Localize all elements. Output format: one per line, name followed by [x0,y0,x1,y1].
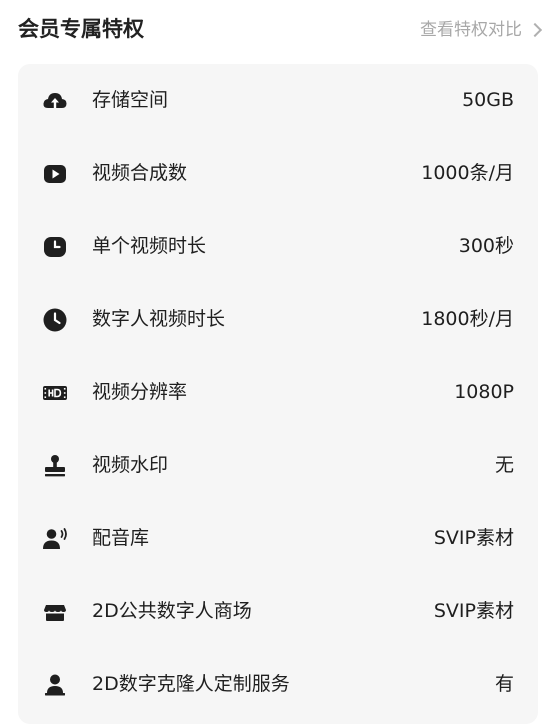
item-label: 数字人视频时长 [92,308,226,330]
play-icon [42,161,68,187]
page-title: 会员专属特权 [18,17,144,41]
item-value: SVIP素材 [433,600,514,622]
privileges-list: 存储空间 50GB 视频合成数 1000条/月 单个视频时长 300秒 数字人视… [18,64,538,724]
item-value: 无 [494,454,514,476]
item-label: 2D数字克隆人定制服务 [92,673,290,695]
item-label: 单个视频时长 [92,235,207,257]
item-value: 50GB [462,89,514,111]
clock-square-icon [42,234,68,260]
list-item-video-count: 视频合成数 1000条/月 [18,137,538,210]
list-item-clone-service: 2D数字克隆人定制服务 有 [18,648,538,721]
list-item-single-duration: 单个视频时长 300秒 [18,210,538,283]
voice-person-icon [42,526,68,552]
list-item-resolution: 视频分辨率 1080P [18,356,538,429]
chevron-right-icon [527,22,543,38]
person-icon [42,672,68,698]
item-value: 1800秒/月 [421,308,514,330]
list-item-storage: 存储空间 50GB [18,64,538,137]
item-label: 视频分辨率 [92,381,188,403]
item-label: 2D公共数字人商场 [92,600,252,622]
compare-privileges-link[interactable]: 查看特权对比 [420,17,543,43]
cloud-upload-icon [42,88,68,114]
item-value: 有 [494,673,514,695]
item-label: 视频合成数 [92,162,188,184]
list-item-watermark: 视频水印 无 [18,429,538,502]
item-label: 配音库 [92,527,150,549]
item-label: 视频水印 [92,454,169,476]
compare-privileges-label: 查看特权对比 [420,20,522,40]
hd-icon [42,380,68,406]
item-value: 1000条/月 [421,162,514,184]
header: 会员专属特权 查看特权对比 [0,0,554,62]
item-value: SVIP素材 [433,527,514,549]
store-icon [42,599,68,625]
stamp-icon [42,453,68,479]
list-item-digital-human-duration: 数字人视频时长 1800秒/月 [18,283,538,356]
item-label: 存储空间 [92,89,169,111]
item-value: 300秒 [458,235,514,257]
clock-icon [42,307,68,333]
item-value: 1080P [454,381,514,403]
list-item-voice-library: 配音库 SVIP素材 [18,502,538,575]
list-item-digital-human-store: 2D公共数字人商场 SVIP素材 [18,575,538,648]
